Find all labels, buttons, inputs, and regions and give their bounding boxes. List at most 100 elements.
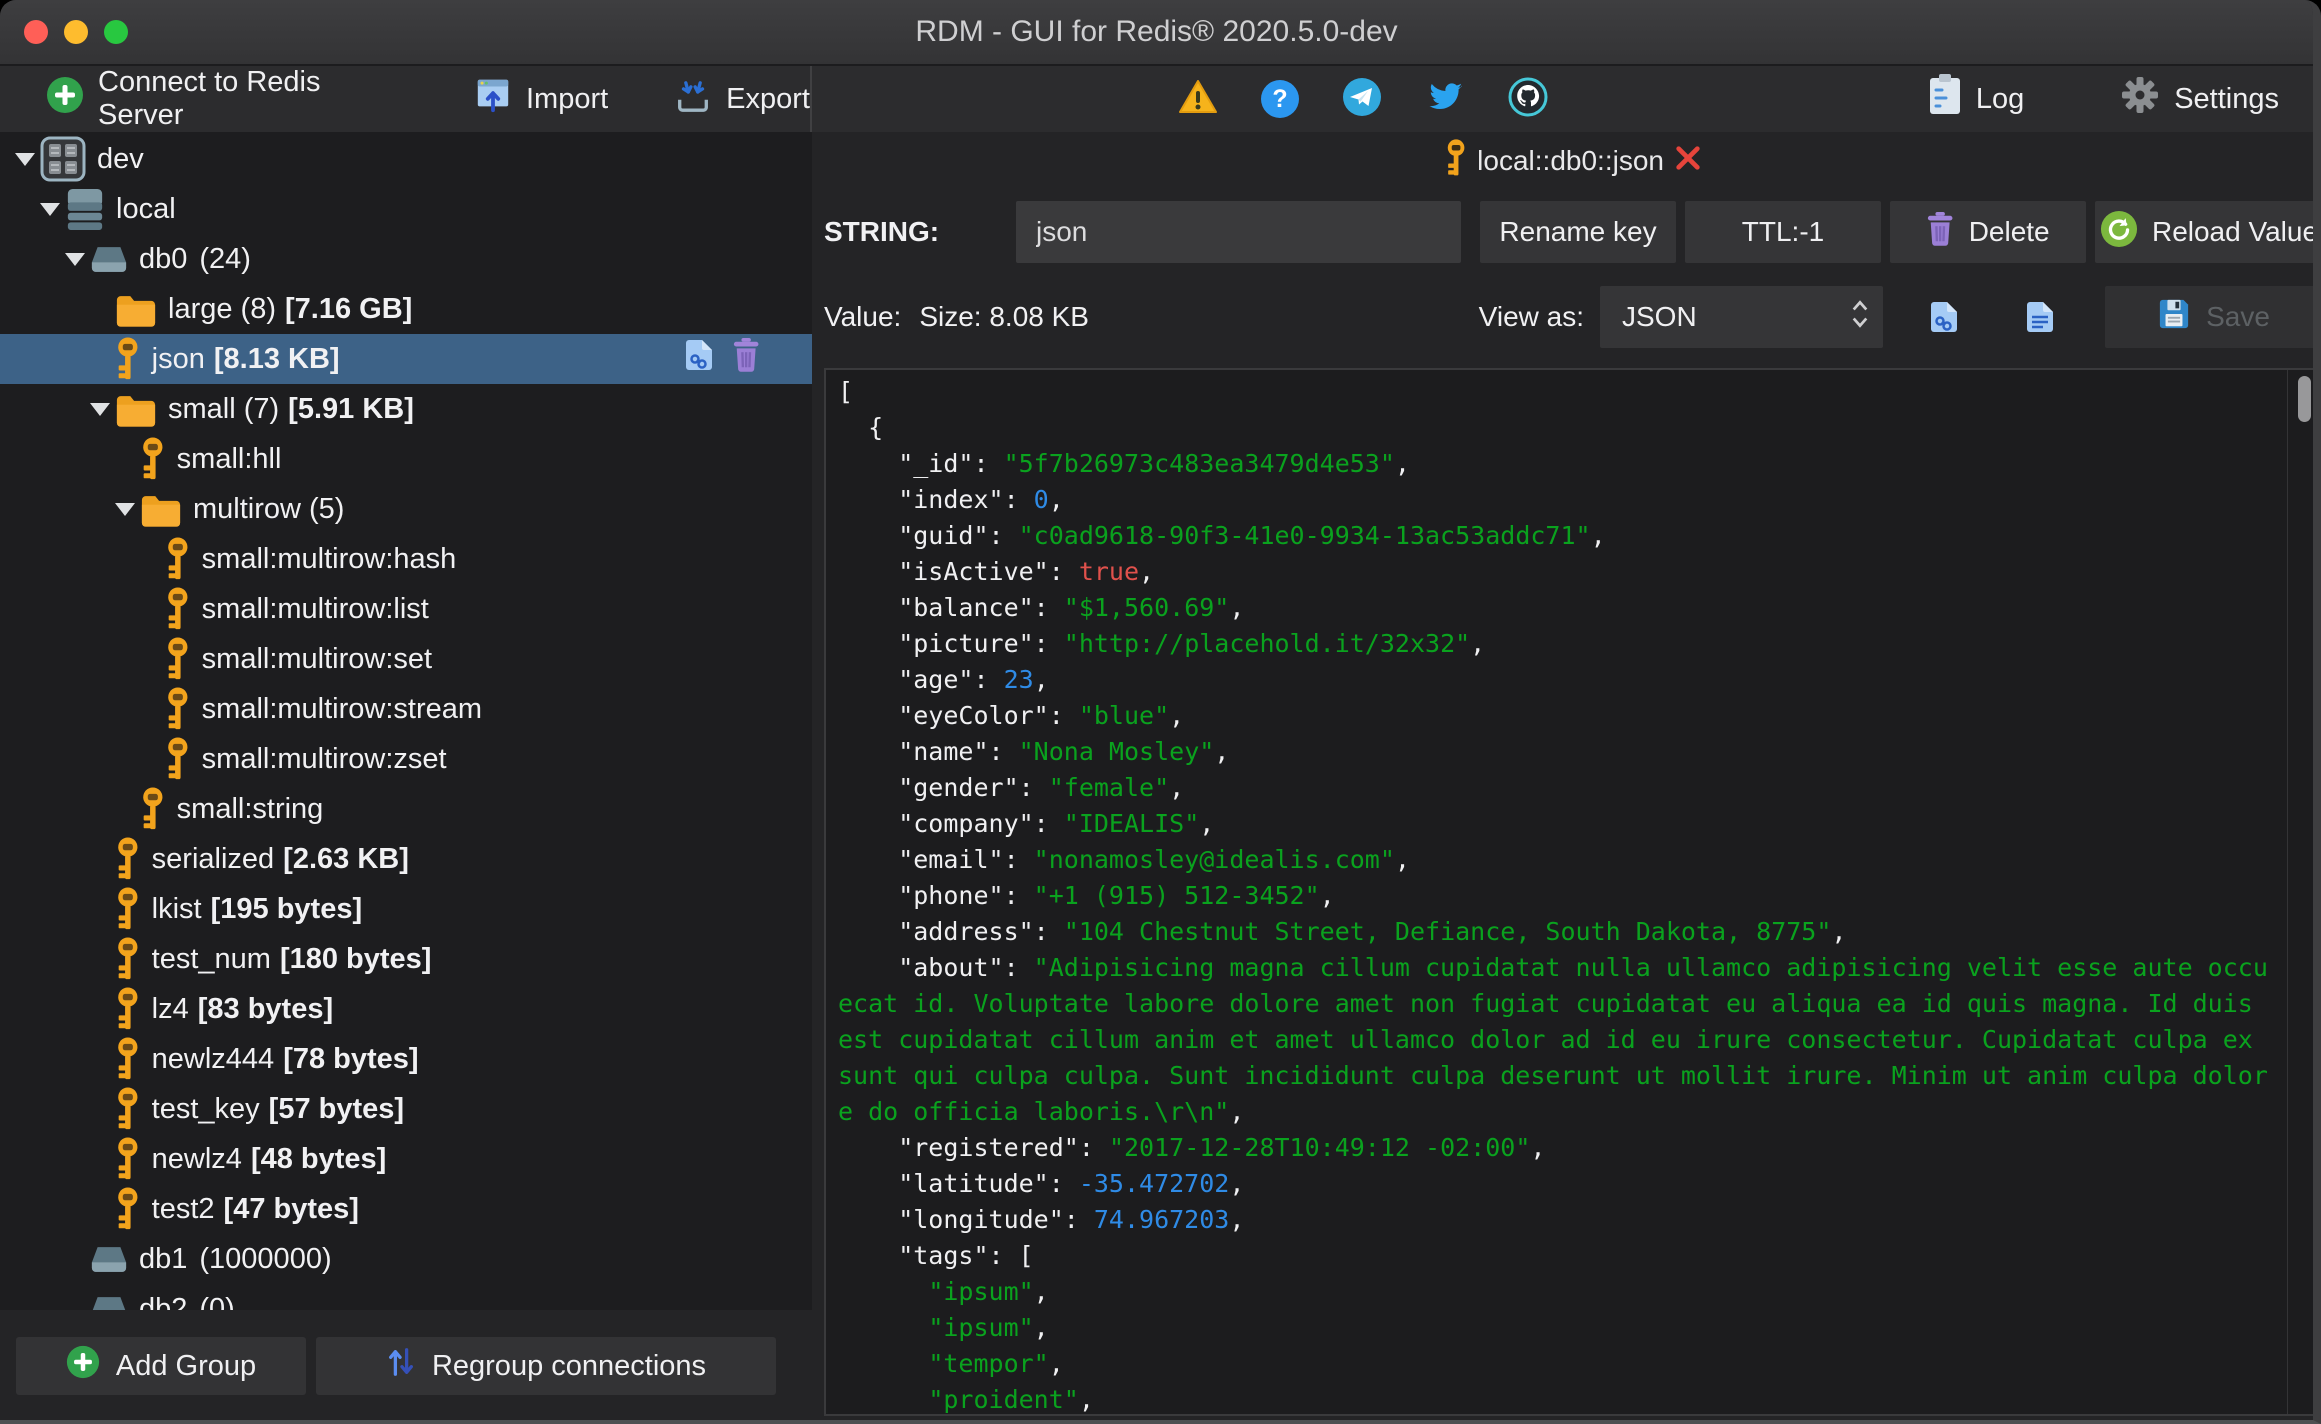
regroup-connections-button[interactable]: Regroup connections xyxy=(316,1337,776,1395)
scrollbar-track[interactable] xyxy=(2287,370,2313,1414)
tree-item-test-num[interactable]: test_num [180 bytes] xyxy=(0,934,812,984)
titlebar: RDM - GUI for Redis® 2020.5.0-dev xyxy=(0,0,2313,66)
tree-item-local[interactable]: local xyxy=(0,184,812,234)
tree-item-label: newlz4 xyxy=(151,1142,242,1175)
expander-arrow-icon[interactable] xyxy=(87,402,113,416)
tab-key[interactable]: local::db0::json xyxy=(1445,138,1702,184)
close-tab-icon[interactable] xyxy=(1674,144,1702,179)
delete-key-button[interactable]: Delete xyxy=(1890,201,2086,263)
rename-key-button[interactable]: Rename key xyxy=(1480,201,1676,263)
view-as-select[interactable]: JSON xyxy=(1600,286,1883,348)
tree-item-newlz444[interactable]: newlz444 [78 bytes] xyxy=(0,1034,812,1084)
tree-item-label: json xyxy=(151,342,205,375)
value-label: Value: xyxy=(824,301,902,332)
tree-item-small-7-[interactable]: small (7) [5.91 KB] xyxy=(0,384,812,434)
help-icon[interactable]: ? xyxy=(1261,80,1299,118)
window-controls xyxy=(24,0,128,64)
value-editor[interactable]: [ { "_id": "5f7b26973c483ea3479d4e53", "… xyxy=(824,368,2313,1416)
key-icon xyxy=(140,437,166,481)
tree-item-small-string[interactable]: small:string xyxy=(0,784,812,834)
tab-bar: local::db0::json xyxy=(824,132,2313,190)
tree-item-small-hll[interactable]: small:hll xyxy=(0,434,812,484)
tree-item-large-8-[interactable]: large (8) [7.16 GB] xyxy=(0,284,812,334)
database-icon xyxy=(90,1245,128,1274)
tree-item-test-key[interactable]: test_key [57 bytes] xyxy=(0,1084,812,1134)
folder-icon xyxy=(115,292,157,327)
settings-button[interactable]: Settings xyxy=(2120,75,2279,123)
tree-item-label: newlz444 xyxy=(151,1042,275,1075)
key-icon xyxy=(115,1087,141,1131)
tree-item-small-multirow-stream[interactable]: small:multirow:stream xyxy=(0,684,812,734)
tree-item-serialized[interactable]: serialized [2.63 KB] xyxy=(0,834,812,884)
twitter-icon[interactable] xyxy=(1425,77,1465,122)
ttl-button[interactable]: TTL:-1 xyxy=(1685,201,1881,263)
tree-item-multirow-5-[interactable]: multirow (5) xyxy=(0,484,812,534)
database-icon xyxy=(90,245,128,274)
key-name-input[interactable] xyxy=(1016,201,1461,263)
key-icon xyxy=(115,987,141,1031)
add-group-button[interactable]: Add Group xyxy=(16,1337,306,1395)
tree-item-json[interactable]: json [8.13 KB] xyxy=(0,334,812,384)
expander-arrow-icon[interactable] xyxy=(112,502,138,516)
window-title: RDM - GUI for Redis® 2020.5.0-dev xyxy=(915,15,1398,48)
tree-item-label: small:multirow:zset xyxy=(201,742,447,775)
folder-icon xyxy=(140,492,182,527)
expander-arrow-icon[interactable] xyxy=(37,202,63,216)
log-button[interactable]: Log xyxy=(1928,74,2024,124)
import-button[interactable]: Import xyxy=(474,77,608,121)
plus-circle-icon xyxy=(66,1345,100,1387)
server-grid-icon xyxy=(40,136,86,182)
key-icon xyxy=(115,337,141,381)
github-icon[interactable] xyxy=(1508,77,1548,122)
chevron-up-down-icon xyxy=(1851,296,1869,339)
tree-item-small-multirow-zset[interactable]: small:multirow:zset xyxy=(0,734,812,784)
copy-link-document-icon[interactable] xyxy=(1929,299,1959,335)
export-button[interactable]: Export xyxy=(674,76,810,122)
minimize-window-button[interactable] xyxy=(64,20,88,44)
expander-arrow-icon[interactable] xyxy=(12,152,38,166)
view-as-label: View as: xyxy=(1478,301,1584,332)
text-document-icon[interactable] xyxy=(2025,299,2055,335)
connections-tree: dev local db0 (24) large (8) [7.16 GB] json [8.… xyxy=(0,132,812,1310)
tree-item-label: test_num xyxy=(151,942,271,975)
tree-item-db0[interactable]: db0 (24) xyxy=(0,234,812,284)
copy-link-document-icon[interactable] xyxy=(684,337,714,381)
close-window-button[interactable] xyxy=(24,20,48,44)
tree-item-db1[interactable]: db1 (1000000) xyxy=(0,1234,812,1284)
tree-item-small-multirow-hash[interactable]: small:multirow:hash xyxy=(0,534,812,584)
scrollbar-thumb[interactable] xyxy=(2298,376,2311,422)
tree-item-label: small:multirow:hash xyxy=(201,542,457,575)
expander-arrow-icon[interactable] xyxy=(62,252,88,266)
telegram-icon[interactable] xyxy=(1342,77,1382,122)
tree-item-small-multirow-set[interactable]: small:multirow:set xyxy=(0,634,812,684)
tree-item-db2[interactable]: db2 (0) xyxy=(0,1284,812,1310)
warning-icon[interactable] xyxy=(1178,79,1218,120)
reload-value-button[interactable]: Reload Value xyxy=(2095,201,2313,263)
tree-item-label: large (8) xyxy=(168,292,276,325)
folder-icon xyxy=(115,392,157,427)
tree-item-label: dev xyxy=(97,142,144,175)
tree-item-size: [7.16 GB] xyxy=(285,292,413,325)
tree-item-label: small (7) xyxy=(168,392,280,425)
tree-item-lkist[interactable]: lkist [195 bytes] xyxy=(0,884,812,934)
tree-item-newlz4[interactable]: newlz4 [48 bytes] xyxy=(0,1134,812,1184)
tree-item-small-multirow-list[interactable]: small:multirow:list xyxy=(0,584,812,634)
tree-item-lz4[interactable]: lz4 [83 bytes] xyxy=(0,984,812,1034)
trash-icon[interactable] xyxy=(732,338,760,380)
value-panel: local::db0::json STRING: Rename key TTL:… xyxy=(812,132,2313,1420)
tree-item-label: small:string xyxy=(176,792,324,825)
database-stack-icon xyxy=(65,187,105,231)
zoom-window-button[interactable] xyxy=(104,20,128,44)
sort-arrows-icon xyxy=(386,1345,416,1387)
tree-item-dev[interactable]: dev xyxy=(0,134,812,184)
key-icon xyxy=(165,537,191,581)
tree-item-label: small:multirow:list xyxy=(201,592,429,625)
save-button[interactable]: Save xyxy=(2105,286,2313,348)
sidebar-footer: Add Group Regroup connections xyxy=(0,1310,812,1420)
tree-item-test2[interactable]: test2 [47 bytes] xyxy=(0,1184,812,1234)
tree-item-label: db0 xyxy=(139,242,188,275)
key-icon xyxy=(140,787,166,831)
log-icon xyxy=(1928,74,1962,124)
connect-button[interactable]: Connect to Redis Server xyxy=(46,66,378,132)
key-icon xyxy=(115,1137,141,1181)
